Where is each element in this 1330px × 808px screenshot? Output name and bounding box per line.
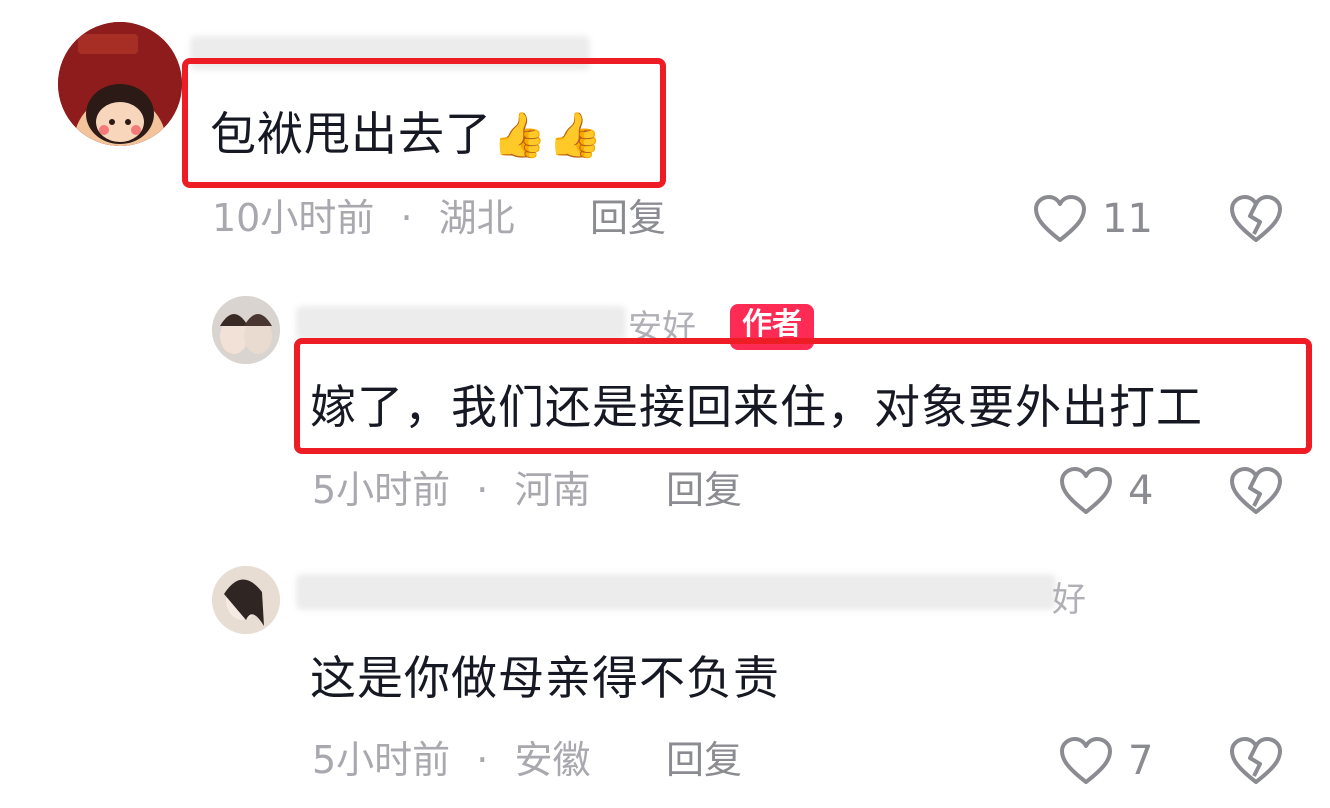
avatar[interactable] [212,296,280,364]
comment-text: 嫁了，我们还是接回来住，对象要外出打工 [310,380,1203,434]
heart-outline-icon [1060,467,1112,514]
dislike-button[interactable] [1228,194,1284,248]
avatar[interactable] [212,566,280,634]
username-blurred [296,306,626,340]
reply-button[interactable]: 回复 [666,466,742,514]
like-count: 11 [1102,196,1153,242]
username: 好 [1052,580,1086,620]
comment-meta: 5小时前 · 安徽 [312,738,591,782]
dislike-button[interactable] [1228,466,1284,520]
broken-heart-icon [1230,195,1282,242]
comment-text: 这是你做母亲得不负责 [310,651,780,705]
like-count: 7 [1128,738,1154,784]
heart-outline-icon [1060,737,1112,784]
thumbs-up-icon: 👍👍 [492,110,604,161]
avatar[interactable] [58,22,182,146]
dislike-button[interactable] [1228,736,1284,790]
broken-heart-icon [1230,737,1282,784]
like-button[interactable]: 7 [1058,736,1153,786]
username-blurred [296,574,1056,610]
comment-meta: 10小时前 · 湖北 [212,196,515,240]
comment-text: 包袱甩出去了👍👍 [210,107,604,161]
reply-button[interactable]: 回复 [590,194,666,242]
like-button[interactable]: 4 [1058,466,1153,516]
heart-outline-icon [1034,195,1086,242]
like-count: 4 [1128,468,1154,514]
reply-button[interactable]: 回复 [666,736,742,784]
like-button[interactable]: 11 [1032,194,1153,244]
comment-meta: 5小时前 · 河南 [312,468,591,512]
broken-heart-icon [1230,467,1282,514]
